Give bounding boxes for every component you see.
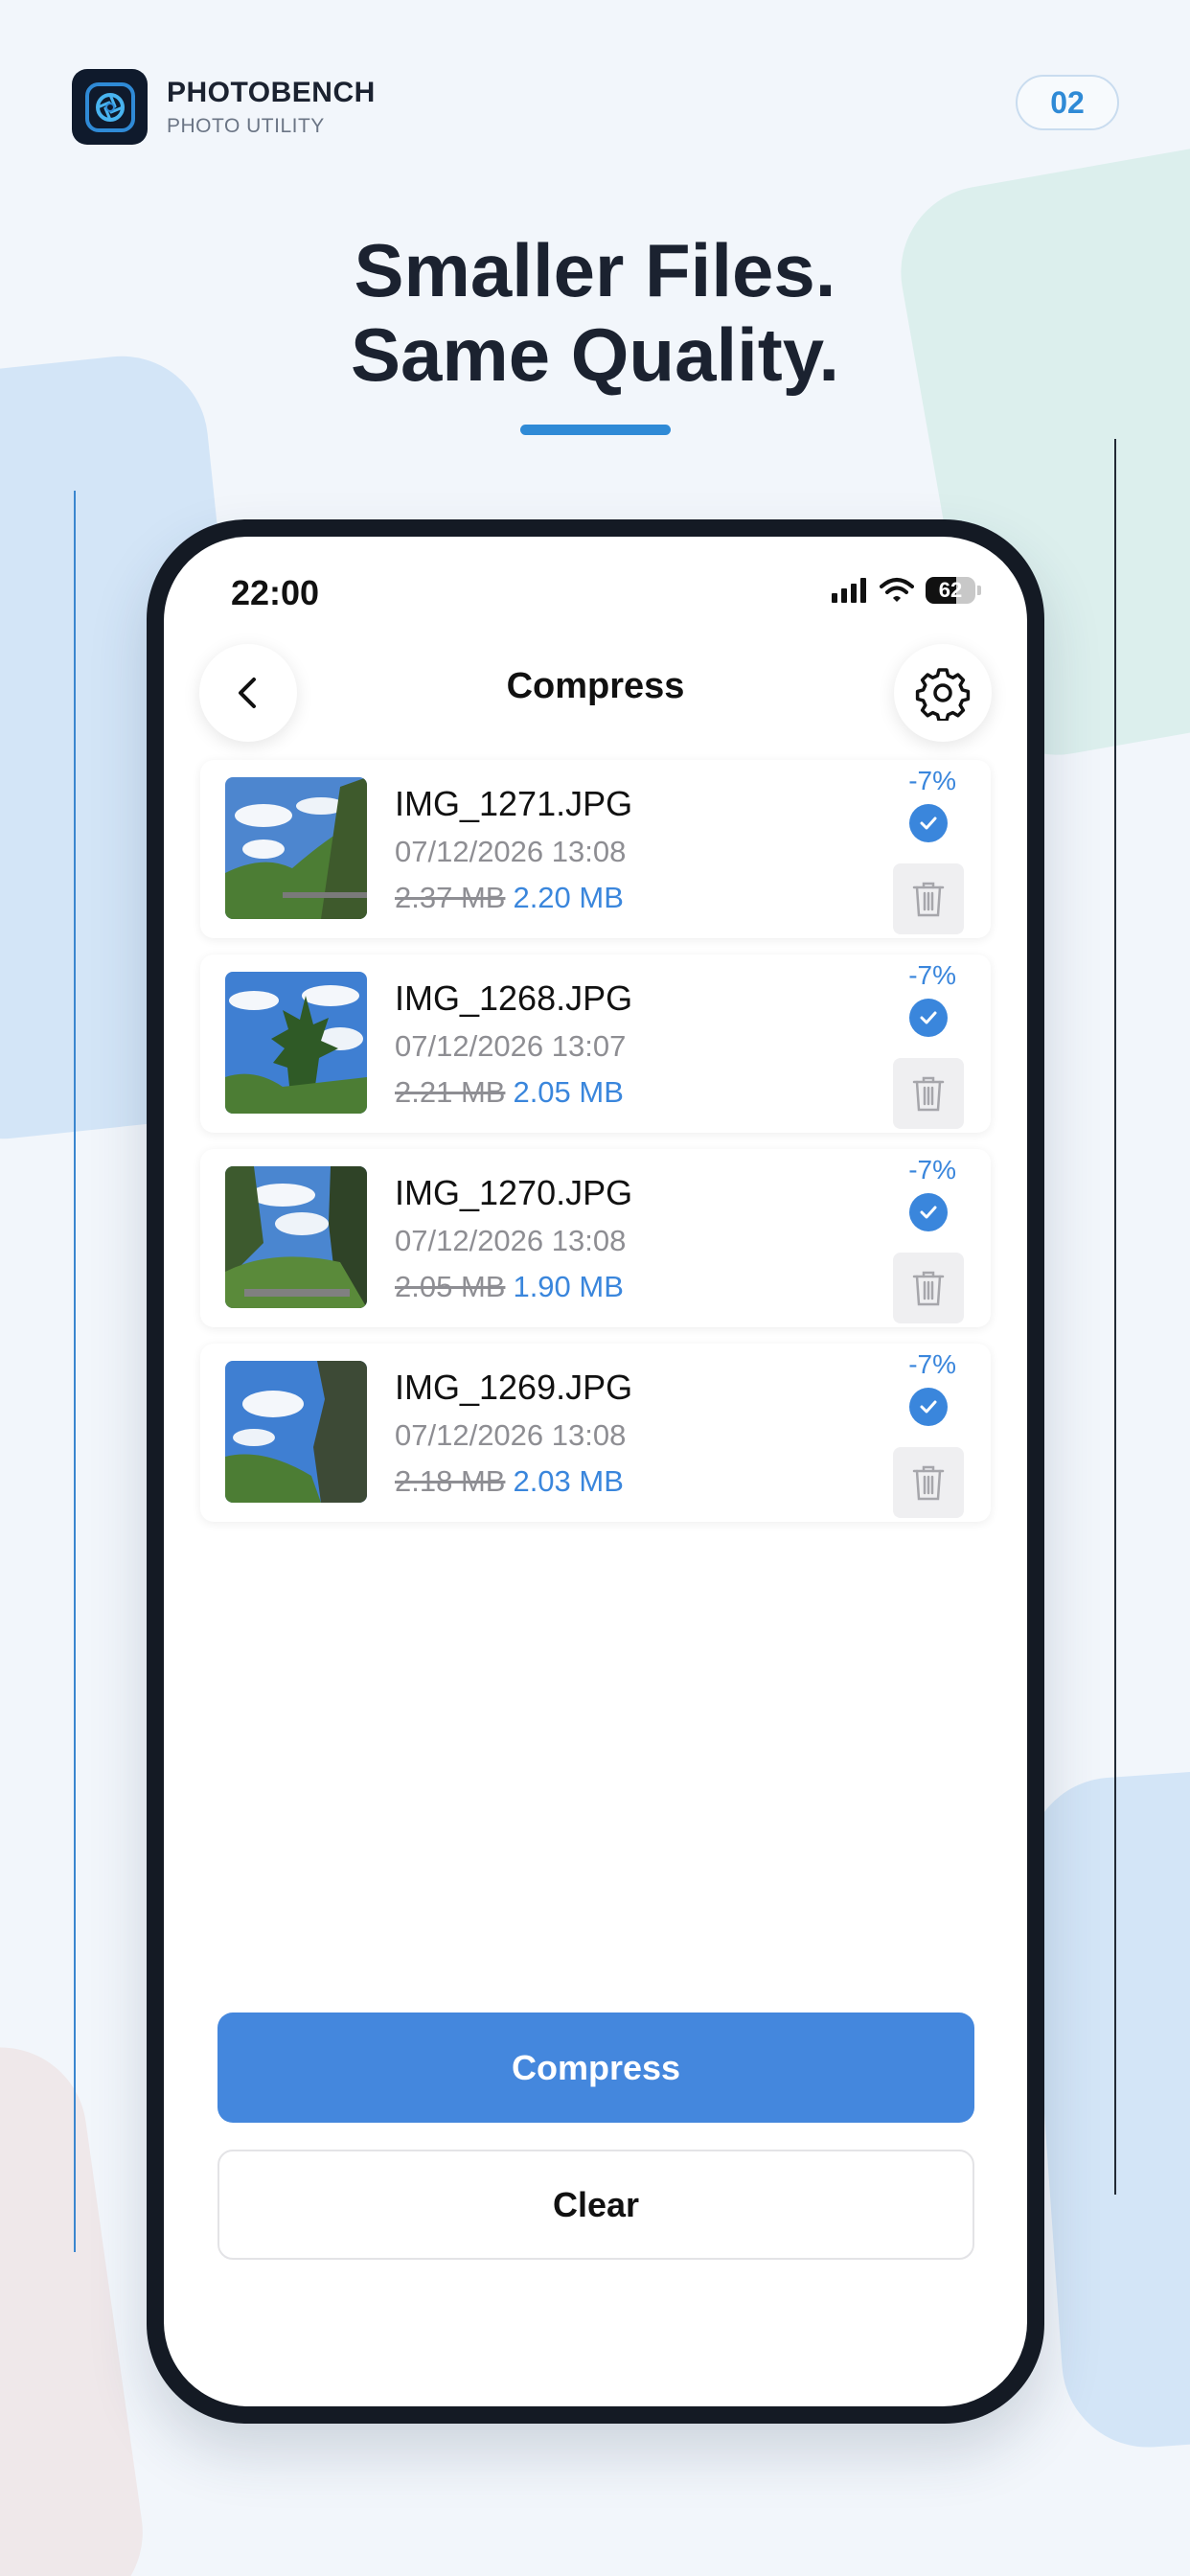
file-name: IMG_1269.JPG bbox=[395, 1368, 633, 1407]
file-name: IMG_1271.JPG bbox=[395, 784, 633, 823]
file-sizes: 2.21 MB 2.05 MB bbox=[395, 1075, 624, 1110]
status-time: 22:00 bbox=[231, 573, 320, 612]
checkbox-checked[interactable] bbox=[909, 999, 948, 1037]
compressed-size: 2.03 MB bbox=[513, 1464, 624, 1498]
compressed-size: 2.05 MB bbox=[513, 1075, 624, 1109]
trash-icon bbox=[912, 1271, 945, 1306]
list-item[interactable]: IMG_1268.JPG 07/12/2026 13:07 2.21 MB 2.0… bbox=[200, 954, 991, 1133]
phone-screen: 22:00 62 Compress IMG_1271.JPG 07/12/202… bbox=[164, 537, 1027, 2406]
clear-button[interactable]: Clear bbox=[217, 2150, 974, 2260]
settings-button[interactable] bbox=[894, 644, 992, 742]
list-item[interactable]: IMG_1269.JPG 07/12/2026 13:08 2.18 MB 2.0… bbox=[200, 1344, 991, 1522]
headline-line-1: Smaller Files. bbox=[354, 228, 836, 312]
background-shape bbox=[1020, 1763, 1190, 2453]
file-sizes: 2.18 MB 2.03 MB bbox=[395, 1464, 624, 1499]
gear-icon bbox=[915, 668, 971, 721]
headline-underline bbox=[520, 425, 671, 435]
file-date: 07/12/2026 13:08 bbox=[395, 835, 627, 868]
file-name: IMG_1268.JPG bbox=[395, 978, 633, 1018]
file-sizes: 2.05 MB 1.90 MB bbox=[395, 1270, 624, 1304]
compress-button[interactable]: Compress bbox=[217, 2012, 974, 2123]
photo-thumbnail bbox=[225, 777, 367, 919]
trash-icon bbox=[912, 1465, 945, 1501]
checkbox-checked[interactable] bbox=[909, 1193, 948, 1231]
decorative-line bbox=[1114, 439, 1116, 2195]
brand-name: PHOTOBENCH bbox=[167, 76, 376, 108]
delete-button[interactable] bbox=[893, 1253, 964, 1323]
file-date: 07/12/2026 13:08 bbox=[395, 1224, 627, 1257]
file-sizes: 2.37 MB 2.20 MB bbox=[395, 881, 624, 915]
background-shape bbox=[0, 2036, 154, 2576]
decorative-line bbox=[74, 491, 76, 2252]
compressed-size: 2.20 MB bbox=[513, 881, 624, 914]
file-date: 07/12/2026 13:08 bbox=[395, 1418, 627, 1452]
brand-subtitle: PHOTO UTILITY bbox=[167, 114, 325, 137]
compressed-size: 1.90 MB bbox=[513, 1270, 624, 1303]
file-date: 07/12/2026 13:07 bbox=[395, 1029, 627, 1063]
wifi-icon bbox=[880, 578, 914, 602]
reduction-percent: -7% bbox=[908, 1349, 956, 1379]
page-number-badge: 02 bbox=[1016, 75, 1119, 130]
battery-icon: 62 bbox=[926, 577, 975, 604]
photo-thumbnail bbox=[225, 1166, 367, 1308]
headline: Smaller Files. Same Quality. bbox=[0, 228, 1190, 397]
phone-frame: 22:00 62 Compress IMG_1271.JPG 07/12/202… bbox=[147, 519, 1044, 2424]
checkbox-checked[interactable] bbox=[909, 1388, 948, 1426]
checkmark-icon bbox=[920, 1206, 937, 1219]
original-size: 2.37 MB bbox=[395, 881, 506, 914]
original-size: 2.21 MB bbox=[395, 1075, 506, 1109]
trash-icon bbox=[912, 1076, 945, 1112]
signal-icon bbox=[832, 578, 866, 603]
file-list: IMG_1271.JPG 07/12/2026 13:08 2.37 MB 2.2… bbox=[200, 760, 991, 1538]
delete-button[interactable] bbox=[893, 1447, 964, 1518]
checkmark-icon bbox=[920, 1011, 937, 1024]
photo-thumbnail bbox=[225, 972, 367, 1114]
reduction-percent: -7% bbox=[908, 766, 956, 795]
trash-icon bbox=[912, 882, 945, 917]
photo-thumbnail bbox=[225, 1361, 367, 1503]
checkmark-icon bbox=[920, 1400, 937, 1414]
list-item[interactable]: IMG_1271.JPG 07/12/2026 13:08 2.37 MB 2.2… bbox=[200, 760, 991, 938]
status-icons: 62 bbox=[832, 577, 981, 604]
headline-line-2: Same Quality. bbox=[350, 312, 840, 397]
aperture-icon bbox=[72, 69, 148, 145]
brand-header: PHOTOBENCH PHOTO UTILITY bbox=[72, 69, 376, 145]
list-item[interactable]: IMG_1270.JPG 07/12/2026 13:08 2.05 MB 1.9… bbox=[200, 1149, 991, 1327]
checkbox-checked[interactable] bbox=[909, 804, 948, 842]
checkmark-icon bbox=[920, 816, 937, 830]
battery-level: 62 bbox=[938, 578, 963, 602]
original-size: 2.05 MB bbox=[395, 1270, 506, 1303]
delete-button[interactable] bbox=[893, 1058, 964, 1129]
reduction-percent: -7% bbox=[908, 960, 956, 990]
file-name: IMG_1270.JPG bbox=[395, 1173, 633, 1212]
delete-button[interactable] bbox=[893, 863, 964, 934]
original-size: 2.18 MB bbox=[395, 1464, 506, 1498]
reduction-percent: -7% bbox=[908, 1155, 956, 1184]
